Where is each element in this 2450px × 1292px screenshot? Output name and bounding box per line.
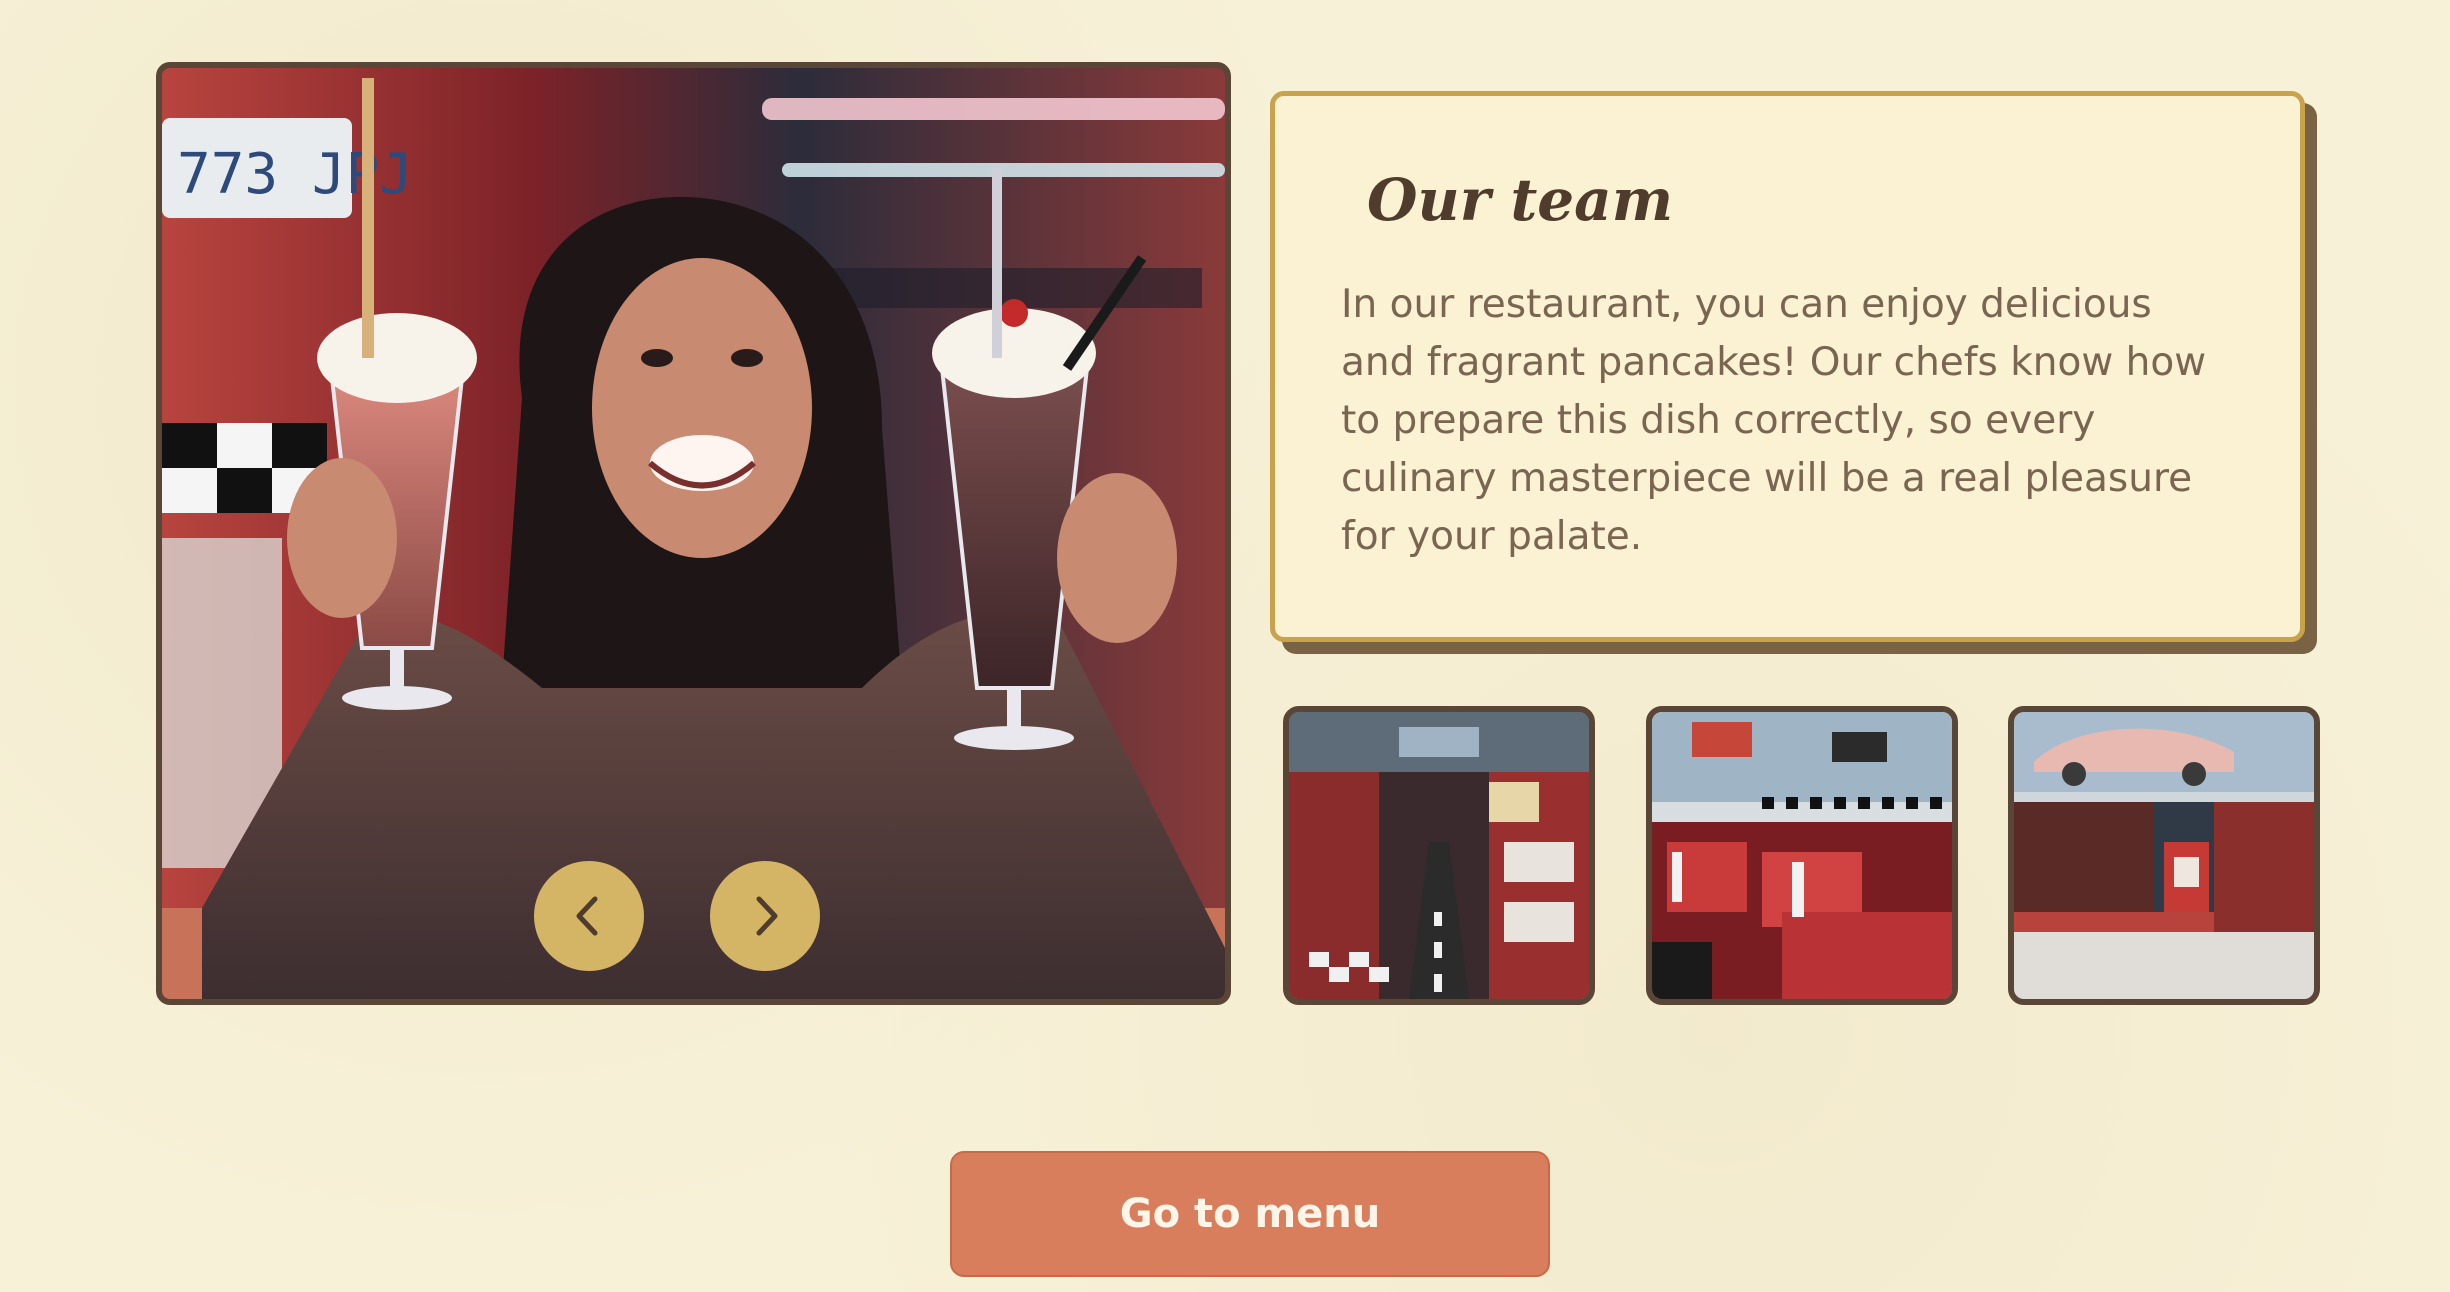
gallery-thumbnail[interactable]: [2008, 706, 2320, 1005]
chevron-left-icon: [576, 896, 598, 936]
carousel-prev-button[interactable]: [534, 861, 644, 971]
chevron-right-icon: [756, 896, 778, 936]
go-to-menu-button[interactable]: Go to menu: [950, 1151, 1550, 1277]
team-title: Our team: [1367, 166, 1674, 234]
plate-text: 773 JPJ: [177, 142, 413, 207]
diner-booths-image: [1652, 712, 1952, 999]
diner-bar-image: [2014, 712, 2314, 999]
gallery-thumbnail[interactable]: [1646, 706, 1958, 1005]
diner-woman-photo: 773 JPJ: [162, 68, 1225, 999]
gallery-thumbnail[interactable]: [1283, 706, 1595, 1005]
team-card: Our team In our restaurant, you can enjo…: [1270, 91, 2305, 642]
carousel-next-button[interactable]: [710, 861, 820, 971]
diner-interior-image: [1289, 712, 1589, 999]
team-description: In our restaurant, you can enjoy delicio…: [1341, 282, 2207, 559]
main-photo: 773 JPJ: [156, 62, 1231, 1005]
